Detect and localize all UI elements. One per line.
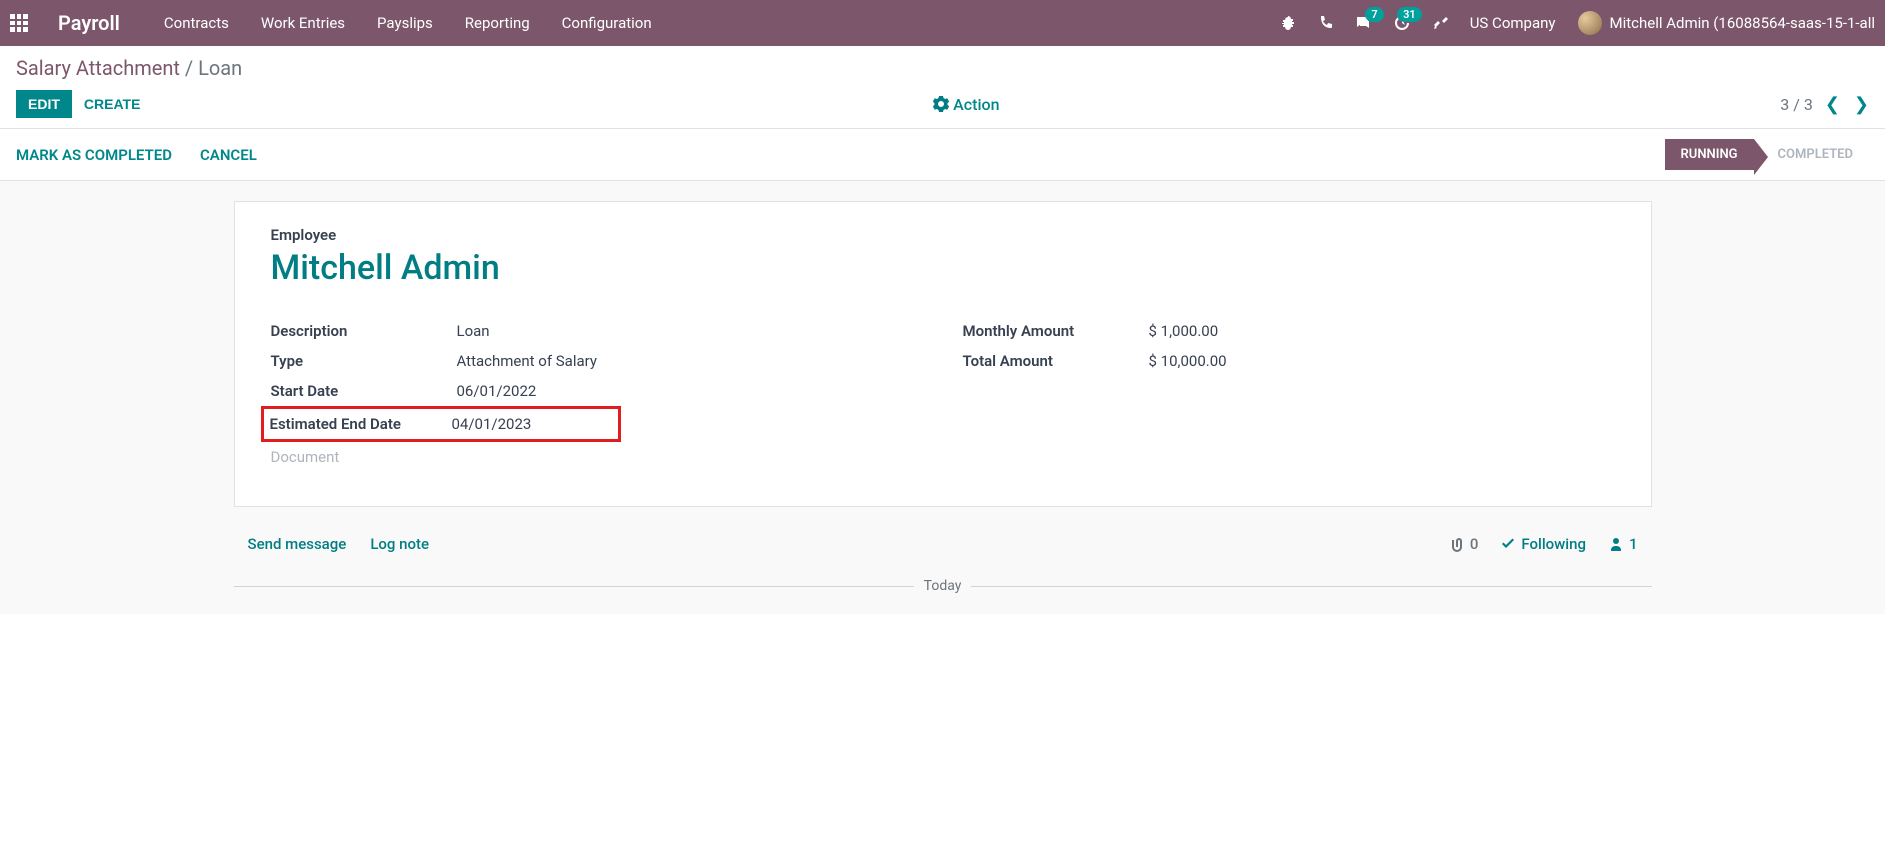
- total-amount-value: $ 10,000.00: [1149, 352, 1227, 370]
- today-label: Today: [924, 578, 962, 594]
- nav-configuration[interactable]: Configuration: [562, 14, 652, 32]
- pager-prev[interactable]: ❮: [1825, 94, 1840, 115]
- following-button[interactable]: Following: [1500, 535, 1586, 553]
- nav-contracts[interactable]: Contracts: [164, 14, 229, 32]
- followers-number: 1: [1629, 535, 1638, 553]
- monthly-amount-label: Monthly Amount: [963, 322, 1149, 340]
- top-navbar: Payroll Contracts Work Entries Payslips …: [0, 0, 1885, 46]
- employee-name[interactable]: Mitchell Admin: [271, 248, 1615, 288]
- apps-icon[interactable]: [10, 14, 28, 32]
- status-completed[interactable]: COMPLETED: [1754, 139, 1869, 170]
- type-value: Attachment of Salary: [457, 352, 597, 370]
- messages-badge: 7: [1365, 7, 1383, 22]
- employee-label: Employee: [271, 226, 1615, 244]
- avatar: [1578, 11, 1602, 35]
- messages-icon[interactable]: 7: [1356, 15, 1372, 31]
- pager-text: 3 / 3: [1780, 95, 1813, 114]
- type-label: Type: [271, 352, 457, 370]
- form-right-column: Monthly Amount $ 1,000.00 Total Amount $…: [963, 316, 1615, 466]
- app-brand[interactable]: Payroll: [58, 11, 120, 35]
- end-date-label: Estimated End Date: [270, 415, 452, 433]
- document-link[interactable]: Document: [271, 448, 923, 466]
- field-description: Description Loan: [271, 316, 923, 346]
- user-menu[interactable]: Mitchell Admin (16088564-saas-15-1-all: [1578, 11, 1876, 35]
- cancel-button[interactable]: CANCEL: [200, 146, 257, 164]
- form-left-column: Description Loan Type Attachment of Sala…: [271, 316, 923, 466]
- end-date-value: 04/01/2023: [452, 415, 532, 433]
- action-dropdown[interactable]: Action: [933, 95, 999, 114]
- pager-next[interactable]: ❯: [1854, 94, 1869, 115]
- attachments-count[interactable]: 0: [1449, 535, 1479, 553]
- tools-icon[interactable]: [1432, 15, 1448, 31]
- chatter-divider: Today: [234, 578, 1652, 594]
- edit-button[interactable]: EDIT: [16, 90, 72, 118]
- attachments-number: 0: [1470, 535, 1479, 553]
- following-label: Following: [1521, 535, 1586, 553]
- control-panel: Salary Attachment / Loan EDIT CREATE Act…: [0, 46, 1885, 129]
- company-switcher[interactable]: US Company: [1470, 14, 1556, 32]
- create-button[interactable]: CREATE: [72, 90, 153, 118]
- form-view: Employee Mitchell Admin Description Loan…: [0, 181, 1885, 614]
- phone-icon[interactable]: [1318, 15, 1334, 31]
- field-monthly-amount: Monthly Amount $ 1,000.00: [963, 316, 1615, 346]
- field-type: Type Attachment of Salary: [271, 346, 923, 376]
- breadcrumb-current: Loan: [198, 56, 242, 80]
- bug-icon[interactable]: [1280, 15, 1296, 31]
- status-steps: RUNNING COMPLETED: [1665, 139, 1869, 170]
- chatter: Send message Log note 0 Following 1 Toda: [234, 525, 1652, 594]
- log-note-button[interactable]: Log note: [370, 535, 429, 553]
- field-estimated-end-date: Estimated End Date 04/01/2023: [261, 406, 621, 442]
- person-icon: [1608, 536, 1624, 552]
- activities-badge: 31: [1397, 7, 1422, 22]
- send-message-button[interactable]: Send message: [248, 535, 347, 553]
- nav-reporting[interactable]: Reporting: [465, 14, 530, 32]
- followers-button[interactable]: 1: [1608, 535, 1638, 553]
- start-date-label: Start Date: [271, 382, 457, 400]
- paperclip-icon: [1449, 536, 1465, 552]
- breadcrumb: Salary Attachment / Loan: [0, 46, 1885, 84]
- description-value: Loan: [457, 322, 490, 340]
- gear-icon: [933, 96, 949, 112]
- field-start-date: Start Date 06/01/2022: [271, 376, 923, 406]
- nav-work-entries[interactable]: Work Entries: [261, 14, 345, 32]
- user-name: Mitchell Admin (16088564-saas-15-1-all: [1610, 14, 1876, 32]
- breadcrumb-separator: /: [185, 56, 198, 80]
- total-amount-label: Total Amount: [963, 352, 1149, 370]
- field-total-amount: Total Amount $ 10,000.00: [963, 346, 1615, 376]
- pager: 3 / 3 ❮ ❯: [1780, 94, 1869, 115]
- mark-completed-button[interactable]: MARK AS COMPLETED: [16, 146, 172, 164]
- check-icon: [1500, 536, 1516, 552]
- start-date-value: 06/01/2022: [457, 382, 537, 400]
- breadcrumb-parent[interactable]: Salary Attachment: [16, 56, 180, 80]
- description-label: Description: [271, 322, 457, 340]
- action-label: Action: [953, 95, 999, 114]
- status-bar: MARK AS COMPLETED CANCEL RUNNING COMPLET…: [0, 129, 1885, 181]
- monthly-amount-value: $ 1,000.00: [1149, 322, 1219, 340]
- status-running[interactable]: RUNNING: [1665, 139, 1754, 170]
- nav-links: Contracts Work Entries Payslips Reportin…: [164, 14, 652, 32]
- activities-icon[interactable]: 31: [1394, 15, 1410, 31]
- form-sheet: Employee Mitchell Admin Description Loan…: [234, 201, 1652, 507]
- nav-payslips[interactable]: Payslips: [377, 14, 433, 32]
